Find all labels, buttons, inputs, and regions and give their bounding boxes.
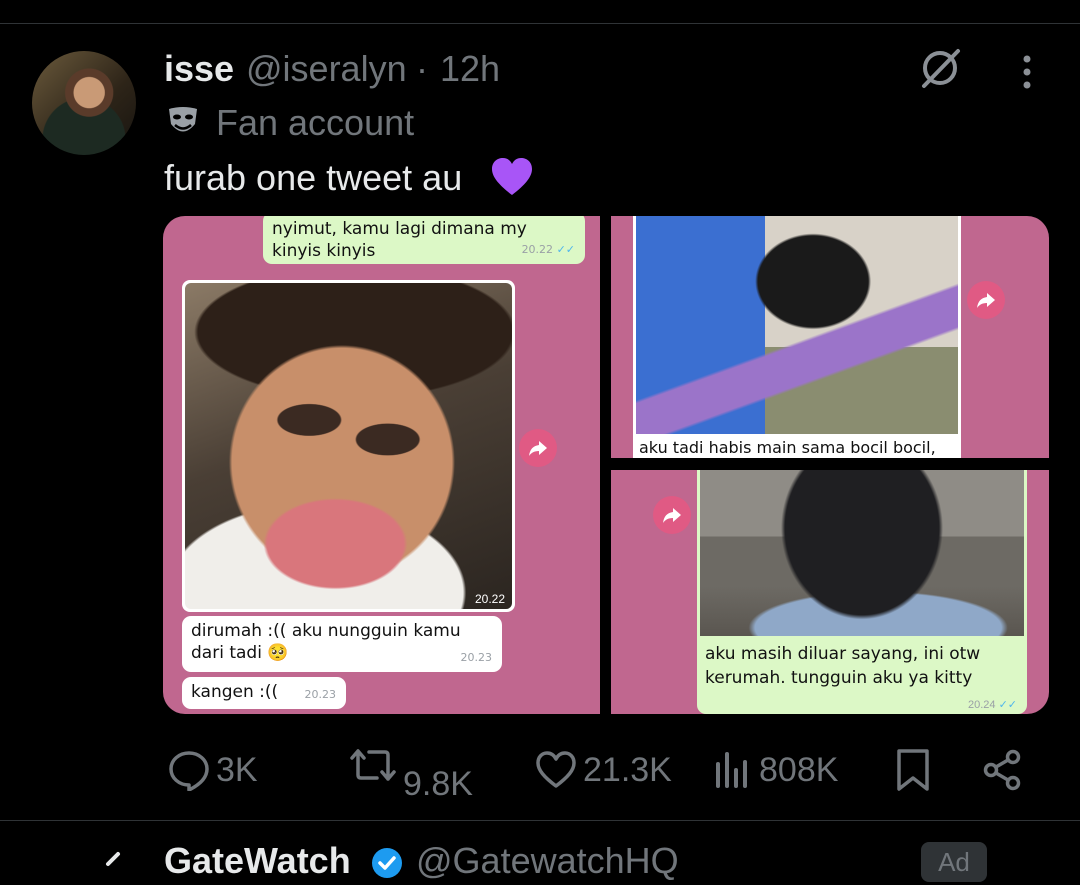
reply-button[interactable]: 3K [168,745,258,795]
photo-caption: aku masih diluar sayang, ini otw kerumah… [705,644,981,688]
analytics-icon [716,752,747,788]
chat-photo: 20.22 [182,280,515,612]
retweet-button[interactable]: 9.8K [349,745,473,803]
heart-outline-icon [536,751,576,788]
next-tweet-handle[interactable]: @GatewatchHQ [416,840,679,882]
chat-bubble-time: 20.22 ✓✓ [521,243,575,256]
chat-photo-bubble: aku masih diluar sayang, ini otw kerumah… [697,470,1027,714]
chat-bubble-time: 20.24 ✓✓ [967,699,1017,711]
photo-time: 20.22 [474,592,505,606]
chevron-left-icon [96,850,126,870]
playground-image [636,216,958,434]
display-name[interactable]: isse [164,48,234,90]
view-count: 808K [759,750,839,789]
forward-icon[interactable] [967,281,1005,319]
chat-bubble-time: 20.23 [304,688,337,701]
media-panel-top-right[interactable]: aku tadi habis main sama bocil bocil, [611,216,1049,458]
photo-caption: aku tadi habis main sama bocil bocil, [633,436,961,458]
reply-count: 3K [216,750,258,789]
user-handle[interactable]: @iseralyn [246,48,407,90]
reply-icon [169,751,209,791]
retweet-icon [350,749,396,781]
tweet-text: furab one tweet au [164,157,463,198]
divider-top [0,23,1080,24]
retweet-count: 9.8K [403,765,473,803]
timestamp[interactable]: 12h [440,48,500,90]
bookmark-icon [897,749,929,791]
divider-bottom [0,820,1080,821]
chat-bubble-kangen: kangen :(( 20.23 [182,677,346,709]
views-button[interactable]: 808K [713,745,838,795]
verified-badge-icon [370,846,404,880]
dot-separator: · [416,48,428,89]
more-options-icon[interactable] [1012,52,1042,92]
forward-icon[interactable] [653,496,691,534]
chat-bubble-reply: dirumah :(( aku nungguin kamu dari tadi … [182,616,502,672]
next-tweet-display-name[interactable]: GateWatch [164,840,351,882]
like-button[interactable]: 21.3K [535,745,672,795]
double-check-icon: ✓✓ [556,243,575,256]
share-button[interactable] [982,745,1024,795]
bookmark-button[interactable] [893,745,933,795]
chat-bubble-top: nyimut, kamu lagi dimana my kinyis kinyi… [263,216,585,264]
share-icon [983,749,1021,791]
purple-heart-icon [491,157,533,197]
like-count: 21.3K [583,750,672,789]
theater-mask-icon [166,106,200,138]
selfie-image [185,283,512,609]
ad-label: Ad [921,842,987,882]
grok-icon[interactable] [918,46,962,90]
tweet-media-grid[interactable]: nyimut, kamu lagi dimana my kinyis kinyi… [163,216,1049,714]
chat-bubble-time: 20.23 [460,651,493,664]
media-panel-bottom-right[interactable]: aku masih diluar sayang, ini otw kerumah… [611,470,1049,714]
media-panel-left[interactable]: nyimut, kamu lagi dimana my kinyis kinyi… [163,216,600,714]
avatar[interactable] [32,51,136,155]
chat-bubble-text: dirumah :(( aku nungguin kamu dari tadi … [191,621,461,663]
forward-icon[interactable] [519,429,557,467]
chat-bubble-text: kangen :(( [191,682,279,702]
double-check-icon: ✓✓ [998,699,1017,711]
outfit-image [700,470,1024,636]
fan-account-label: Fan account [216,102,415,143]
chat-photo [633,216,961,436]
chat-bubble-text: nyimut, kamu lagi dimana my kinyis kinyi… [272,219,527,261]
